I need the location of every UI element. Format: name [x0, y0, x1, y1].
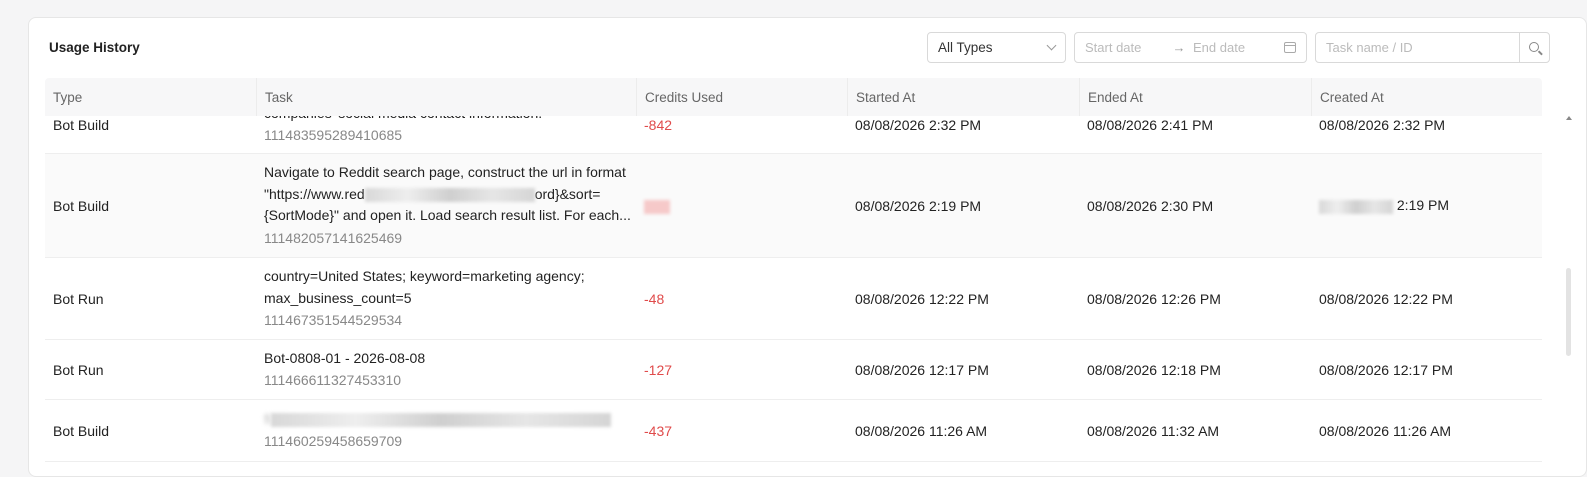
task-id: 111483595289410685 — [264, 127, 403, 144]
task-text: Bot-0808-01 - 2026-08-08 — [264, 349, 426, 366]
redaction — [644, 199, 670, 214]
table-row[interactable]: Bot Run country=United States; keyword=m… — [45, 258, 1542, 340]
column-header-started: Started At — [847, 78, 1079, 116]
filter-bar: All Types Start date → End date Task nam… — [927, 32, 1550, 63]
row-started: 08/08/2026 12:17 PM — [855, 361, 989, 378]
task-text: Navigate to Reddit search page, construc… — [264, 164, 626, 181]
type-select-value: All Types — [938, 40, 993, 55]
table-row[interactable]: Bot Run Bot-0808-01 - 2026-08-08 1114666… — [45, 340, 1542, 400]
row-type: Bot Build — [53, 422, 110, 439]
task-search-input[interactable]: Task name / ID — [1316, 40, 1519, 55]
row-type: Bot Build — [53, 116, 110, 133]
row-created: 2:19 PM — [1311, 197, 1542, 214]
search-button[interactable] — [1519, 33, 1549, 62]
task-id: 111467351544529534 — [264, 312, 403, 328]
row-type: Bot Build — [53, 197, 110, 214]
usage-history-card: Usage History All Types Start date → End… — [28, 17, 1587, 477]
task-text-part: fi — [264, 410, 271, 427]
row-started: 08/08/2026 2:32 PM — [855, 116, 982, 133]
row-credits: -437 — [644, 422, 673, 439]
row-task: country=United States; keyword=marketing… — [256, 266, 636, 331]
usage-table: Type Task Credits Used Started At Ended … — [45, 78, 1542, 476]
row-ended: 08/08/2026 12:18 PM — [1087, 361, 1221, 378]
calendar-icon — [1284, 42, 1296, 53]
scroll-up-icon[interactable] — [1566, 116, 1572, 120]
row-created: 08/08/2026 11:26 AM — [1319, 422, 1452, 439]
task-text-part: ord}&sort= — [534, 185, 601, 202]
range-arrow-icon: → — [1172, 40, 1186, 55]
row-started: 08/08/2026 2:19 PM — [855, 197, 982, 214]
ended-part: 2026 2:30 PM — [1125, 197, 1214, 214]
redaction — [271, 413, 611, 428]
row-type: Bot Run — [53, 290, 104, 307]
row-ended: 08/08/2026 2:41 PM — [1087, 116, 1214, 133]
row-ended: 08/08/2026 12:26 PM — [1087, 290, 1221, 307]
row-created: 08/08/2026 12:17 PM — [1319, 361, 1453, 378]
row-started: 08/08/2026 12:22 PM — [855, 290, 989, 307]
created-part: 2:19 PM — [1396, 197, 1450, 214]
row-credits: -127 — [644, 361, 673, 378]
column-header-task: Task — [256, 78, 636, 116]
task-id: 111466611327453310 — [264, 372, 402, 389]
chevron-down-icon — [1046, 40, 1057, 51]
row-created: 08/08/2026 2:32 PM — [1319, 116, 1446, 133]
table-header: Type Task Credits Used Started At Ended … — [45, 78, 1542, 116]
row-task: Navigate to Reddit search page, construc… — [256, 162, 636, 249]
search-icon — [1528, 41, 1539, 52]
scrollbar-thumb[interactable] — [1566, 268, 1571, 356]
task-text: max_business_count=5 — [264, 289, 412, 306]
row-credits — [636, 197, 847, 214]
redaction — [364, 188, 535, 203]
row-credits: -48 — [644, 290, 665, 307]
column-header-type: Type — [53, 89, 83, 105]
task-id: 111482057141625469 — [264, 229, 403, 246]
row-started: 08/08/2026 11:26 AM — [855, 422, 988, 439]
table-body: Bot Build companies' social media contac… — [45, 96, 1542, 462]
ended-part: 08/08/ — [1087, 197, 1126, 214]
row-ended: 08/08/2026 2:30 PM — [1079, 198, 1311, 214]
row-created: 08/08/2026 12:22 PM — [1319, 290, 1453, 307]
row-task: fi 111460259458659709 — [256, 409, 636, 453]
task-text: fi — [264, 409, 636, 431]
vertical-scrollbar[interactable] — [1566, 116, 1572, 471]
task-text: {SortMode}" and open it. Load search res… — [264, 207, 631, 224]
column-header-created: Created At — [1311, 78, 1542, 116]
row-credits: -842 — [644, 116, 673, 133]
row-type: Bot Run — [53, 361, 104, 378]
table-row[interactable]: Bot Build fi 111460259458659709 -437 08/… — [45, 400, 1542, 462]
column-header-credits: Credits Used — [636, 78, 847, 116]
column-header-ended: Ended At — [1079, 78, 1311, 116]
task-text-part: "https://www.red — [264, 185, 365, 202]
task-text: country=United States; keyword=marketing… — [264, 268, 585, 284]
type-select[interactable]: All Types — [927, 32, 1066, 63]
card-title: Usage History — [49, 40, 140, 55]
end-date-input[interactable]: End date — [1193, 40, 1284, 55]
task-id: 111460259458659709 — [264, 433, 403, 450]
row-ended: 08/08/2026 11:32 AM — [1087, 422, 1220, 439]
task-search: Task name / ID — [1315, 32, 1550, 63]
row-task: Bot-0808-01 - 2026-08-08 111466611327453… — [256, 348, 636, 392]
date-range-picker[interactable]: Start date → End date — [1074, 32, 1307, 63]
task-text: "https://www.red ord}&sort= — [264, 184, 636, 206]
redaction — [1319, 199, 1393, 214]
table-row[interactable]: Bot Build Navigate to Reddit search page… — [45, 154, 1542, 258]
start-date-input[interactable]: Start date — [1085, 40, 1165, 55]
